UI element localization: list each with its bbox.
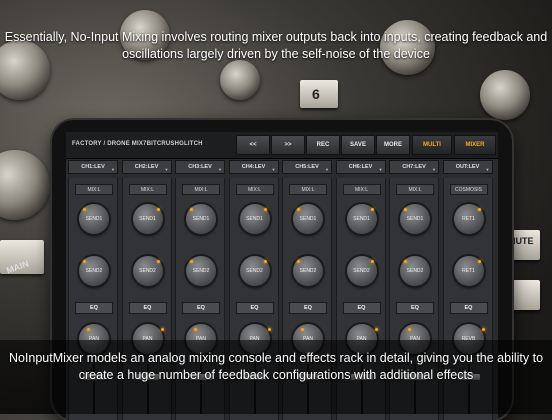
channel-header-label: CH2:LEV bbox=[134, 164, 159, 170]
channel-header-label: OUT:LEV bbox=[455, 164, 480, 170]
knob-indicator-dot bbox=[297, 208, 300, 211]
multi-tab[interactable]: MULTI bbox=[412, 135, 452, 155]
knob-indicator-dot bbox=[370, 208, 374, 211]
channel-header-7[interactable]: CH7:LEV ▼ bbox=[389, 160, 439, 174]
knob-indicator-dot bbox=[301, 328, 304, 331]
knob-indicator-dot bbox=[374, 328, 378, 331]
knob-indicator-dot bbox=[83, 208, 86, 211]
route-select[interactable]: MIX:L bbox=[396, 184, 434, 195]
eq-button[interactable]: EQ bbox=[182, 302, 220, 314]
knob-indicator-dot bbox=[156, 208, 160, 211]
knob-indicator-dot bbox=[83, 260, 86, 263]
channel-header-4[interactable]: CH4:LEV ▼ bbox=[228, 160, 279, 174]
route-select[interactable]: MIX:L bbox=[289, 184, 327, 195]
route-select[interactable]: MIX:L bbox=[235, 184, 274, 195]
knob-indicator-dot bbox=[190, 260, 193, 263]
console-label-6: 6 bbox=[312, 86, 320, 102]
mixer-tab[interactable]: MIXER bbox=[454, 135, 496, 155]
next-preset-button[interactable]: >> bbox=[271, 135, 305, 155]
knob-indicator-dot bbox=[404, 208, 407, 211]
knob-indicator-dot bbox=[481, 328, 485, 331]
channel-header-8[interactable]: OUT:LEV ▼ bbox=[442, 160, 493, 174]
eq-button[interactable]: EQ bbox=[128, 302, 167, 314]
channel-header-5[interactable]: CH5:LEV ▼ bbox=[282, 160, 332, 174]
console-knob-decoration bbox=[0, 150, 50, 220]
knob-indicator-dot bbox=[370, 260, 374, 263]
knob-indicator-dot bbox=[190, 208, 193, 211]
channel-header-label: CH5:LEV bbox=[295, 164, 319, 170]
route-select[interactable]: MIX:L bbox=[75, 184, 113, 195]
route-select[interactable]: MIX:L bbox=[342, 184, 381, 195]
toolbar: FACTORY / DRONE MIX7BITCRUSHGLITCH << >>… bbox=[66, 132, 498, 159]
dropdown-caret-icon: ▼ bbox=[111, 167, 115, 172]
knob-indicator-dot bbox=[477, 208, 481, 211]
prev-preset-button[interactable]: << bbox=[236, 135, 270, 155]
channel-header-label: CH1:LEV bbox=[81, 164, 105, 170]
channel-header-label: CH6:LEV bbox=[348, 164, 373, 170]
eq-button[interactable]: EQ bbox=[449, 302, 488, 314]
save-button[interactable]: SAVE bbox=[341, 135, 375, 155]
channel-header-label: CH4:LEV bbox=[241, 164, 266, 170]
console-knob-decoration bbox=[220, 60, 260, 100]
top-caption: Essentially, No-Input Mixing involves ro… bbox=[4, 30, 548, 61]
console-knob-decoration bbox=[480, 70, 530, 120]
channel-header-3[interactable]: CH3:LEV ▼ bbox=[175, 160, 225, 174]
knob-indicator-dot bbox=[267, 328, 271, 331]
knob-indicator-dot bbox=[160, 328, 164, 331]
knob-indicator-dot bbox=[297, 260, 300, 263]
eq-button[interactable]: EQ bbox=[342, 302, 381, 314]
eq-button[interactable]: EQ bbox=[396, 302, 434, 314]
route-select[interactable]: MIX:L bbox=[182, 184, 220, 195]
dropdown-caret-icon: ▼ bbox=[164, 167, 169, 172]
dropdown-caret-icon: ▼ bbox=[432, 167, 436, 172]
knob-indicator-dot bbox=[408, 328, 411, 331]
dropdown-caret-icon: ▼ bbox=[485, 167, 490, 172]
route-select[interactable]: MIX:L bbox=[128, 184, 167, 195]
bottom-caption: NoInputMixer models an analog mixing con… bbox=[8, 351, 544, 382]
knob-indicator-dot bbox=[404, 260, 407, 263]
rec-button[interactable]: REC bbox=[306, 135, 340, 155]
knob-indicator-dot bbox=[156, 260, 160, 263]
channel-header-label: CH7:LEV bbox=[402, 164, 426, 170]
preset-name[interactable]: FACTORY / DRONE MIX7BITCRUSHGLITCH bbox=[72, 141, 203, 147]
more-button[interactable]: MORE bbox=[376, 135, 410, 155]
dropdown-caret-icon: ▼ bbox=[325, 167, 329, 172]
channel-header-1[interactable]: CH1:LEV ▼ bbox=[68, 160, 118, 174]
eq-button[interactable]: EQ bbox=[289, 302, 327, 314]
dropdown-caret-icon: ▼ bbox=[378, 167, 383, 172]
channel-header-label: CH3:LEV bbox=[188, 164, 212, 170]
knob-indicator-dot bbox=[263, 208, 267, 211]
dropdown-caret-icon: ▼ bbox=[218, 167, 222, 172]
knob-indicator-dot bbox=[477, 260, 481, 263]
knob-indicator-dot bbox=[263, 260, 267, 263]
knob-indicator-dot bbox=[87, 328, 90, 331]
dropdown-caret-icon: ▼ bbox=[271, 167, 276, 172]
knob-indicator-dot bbox=[194, 328, 197, 331]
eq-button[interactable]: EQ bbox=[235, 302, 274, 314]
route-select[interactable]: COSMOSIS bbox=[449, 184, 488, 195]
eq-button[interactable]: EQ bbox=[75, 302, 113, 314]
channel-header-6[interactable]: CH6:LEV ▼ bbox=[335, 160, 386, 174]
channel-header-2[interactable]: CH2:LEV ▼ bbox=[121, 160, 172, 174]
